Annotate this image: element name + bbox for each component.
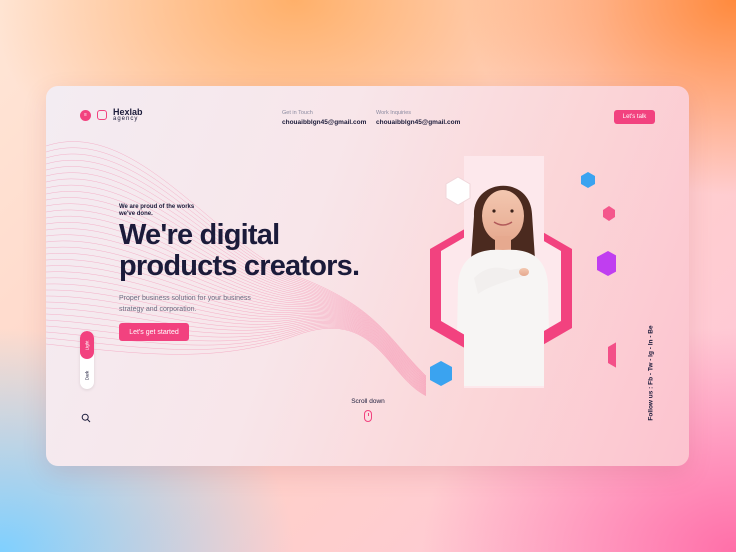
hero-illustration — [430, 156, 616, 388]
hexlab-logo-icon — [97, 110, 107, 120]
headline-line-1: We're digital — [119, 219, 280, 251]
search-button[interactable] — [80, 411, 92, 423]
contact-get-in-touch: Get in Touch chouaibblgn45@gmail.com — [282, 110, 366, 126]
brand-tagline: agency — [113, 116, 139, 122]
social-links-label: Follow us : Fb - Tw - Ig - In - Be — [647, 325, 655, 421]
hexagon-small-pink — [603, 206, 615, 221]
scroll-down-label: Scroll down — [351, 398, 385, 405]
scroll-down[interactable]: Scroll down — [342, 398, 394, 422]
contact-email[interactable]: chouaibblgn45@gmail.com — [376, 119, 460, 126]
menu-dot-icon[interactable]: ≡ — [80, 109, 91, 121]
headline-line-2: products creators. — [119, 250, 360, 282]
contact-email[interactable]: chouaibblgn45@gmail.com — [282, 119, 366, 126]
hexagon-purple — [597, 251, 616, 276]
theme-light-option[interactable]: Light — [80, 331, 94, 359]
hexagon-pink-bottom — [608, 342, 616, 368]
theme-toggle[interactable]: Light Dark — [80, 331, 94, 389]
brand-name: Hexlab — [113, 107, 143, 117]
theme-dark-option[interactable]: Dark — [80, 361, 94, 389]
page-title: We're digital products creators. — [119, 219, 360, 282]
portrait-photo — [441, 156, 561, 388]
lets-talk-button[interactable]: Let's talk — [614, 110, 655, 124]
theme-dark-label: Dark — [84, 370, 90, 380]
hero-card: ≡ Hexlab agency Get in Touch chouaibblgn… — [46, 86, 689, 466]
get-started-button[interactable]: Let's get started — [119, 323, 189, 341]
contact-work-inquiries: Work Inquiries chouaibblgn45@gmail.com — [376, 110, 460, 126]
contact-label: Work Inquiries — [376, 110, 412, 116]
hero-kicker: We are proud of the works we've done. — [119, 204, 195, 217]
hexagon-blue-top — [581, 172, 595, 188]
brand[interactable]: ≡ Hexlab agency — [80, 108, 143, 122]
hexagon-blue-bottom — [430, 361, 452, 386]
contact-label: Get in Touch — [282, 110, 313, 116]
theme-light-label: Light — [84, 340, 90, 350]
social-links[interactable]: Follow us : Fb - Tw - Ig - In - Be — [645, 318, 657, 428]
mouse-scroll-icon — [364, 410, 372, 422]
hero-description: Proper business solution for your busine… — [119, 295, 251, 313]
search-icon — [81, 413, 91, 423]
